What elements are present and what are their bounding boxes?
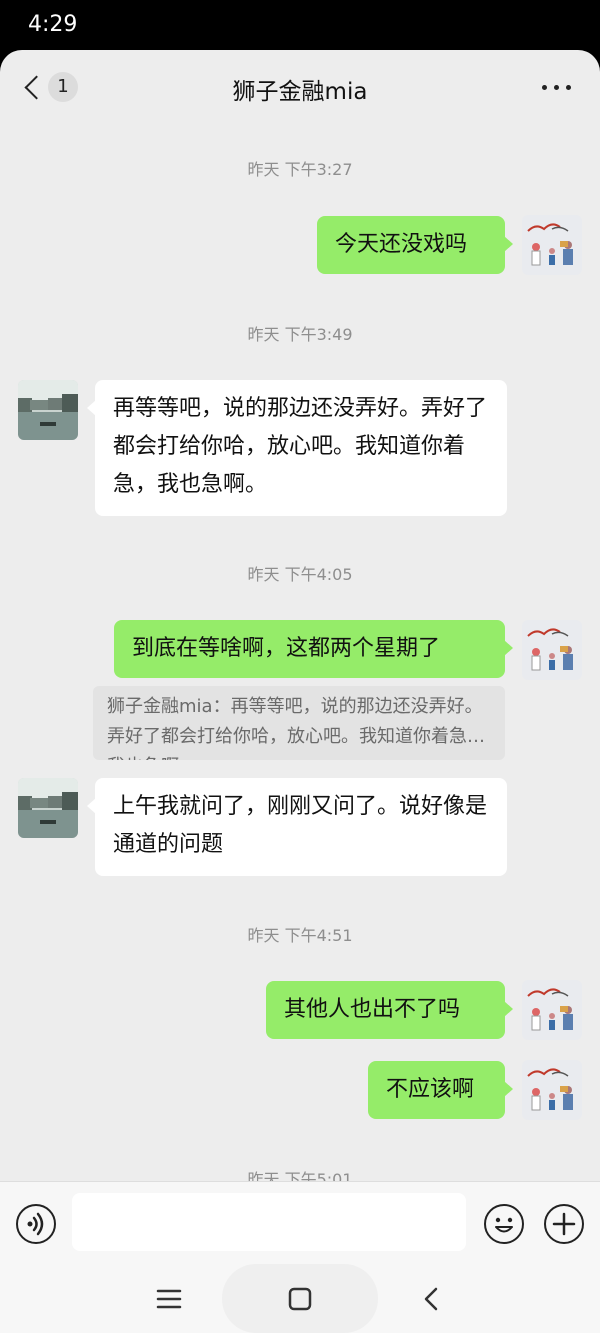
my-avatar[interactable] [522, 1060, 582, 1120]
outgoing-message[interactable]: 不应该啊 [368, 1061, 513, 1119]
plus-icon [552, 1212, 576, 1236]
chat-header: 1 狮子金融mia [0, 50, 600, 124]
status-time: 4:29 [28, 12, 78, 37]
emoji-button[interactable] [484, 1204, 524, 1244]
voice-button[interactable] [16, 1204, 56, 1244]
message-timestamp: 昨天 下午4:05 [247, 565, 353, 584]
more-button[interactable] [540, 75, 574, 99]
home-square-icon [288, 1287, 312, 1311]
contact-avatar[interactable] [18, 380, 78, 440]
my-avatar[interactable] [522, 620, 582, 680]
chat-title: 狮子金融mia [232, 79, 368, 105]
quoted-message[interactable]: 狮子金融mia：再等等吧，说的那边还没弄好。弄好了都会打给你哈，放心吧。我知道你… [93, 686, 505, 760]
input-bar [0, 1181, 600, 1264]
contact-avatar[interactable] [18, 778, 78, 838]
my-avatar[interactable] [522, 980, 582, 1040]
incoming-message[interactable]: 再等等吧，说的那边还没弄好。弄好了都会打给你哈，放心吧。我知道你着急，我也急啊。 [87, 380, 507, 516]
incoming-message[interactable]: 上午我就问了，刚刚又问了。说好像是通道的问题 [87, 778, 507, 876]
my-avatar[interactable] [522, 215, 582, 275]
menu-icon[interactable] [156, 1288, 182, 1310]
message-timestamp: 昨天 下午4:51 [247, 926, 353, 945]
message-input[interactable] [72, 1193, 466, 1251]
home-button[interactable] [222, 1264, 378, 1333]
voice-input-icon [27, 1212, 44, 1236]
outgoing-message[interactable]: 今天还没戏吗 [317, 216, 513, 274]
message-timestamp: 昨天 下午3:49 [247, 325, 353, 344]
status-bar: 4:29 [0, 0, 600, 52]
outgoing-message[interactable]: 到底在等啥啊，这都两个星期了 [114, 620, 513, 678]
outgoing-message[interactable]: 其他人也出不了吗 [266, 981, 513, 1039]
message-timestamp: 昨天 下午3:27 [247, 160, 353, 179]
plus-button[interactable] [544, 1204, 584, 1244]
chat-screen: 1 狮子金融mia 昨天 下午3:27 今天还没戏吗 昨天 下午3:49 再等等… [0, 50, 600, 1333]
emoji-icon [495, 1217, 513, 1233]
system-navigation-bar [0, 1264, 600, 1333]
nav-back-icon[interactable] [422, 1286, 440, 1312]
